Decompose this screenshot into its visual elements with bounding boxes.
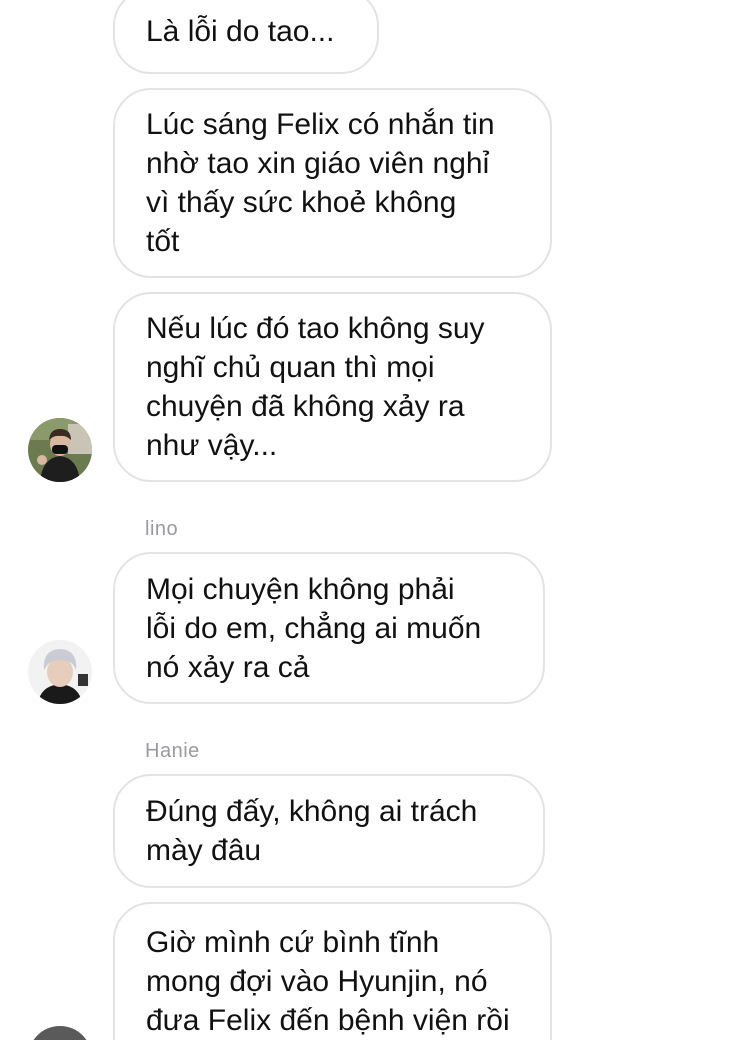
message-bubble[interactable]: Đúng đấy, không ai trách mày đâu: [113, 774, 545, 888]
profile-photo-silver-hair-icon: [28, 640, 92, 704]
message-text: Lúc sáng Felix có nhắn tin nhờ tao xin g…: [146, 108, 495, 258]
message-text: Là lỗi do tao...: [146, 14, 335, 48]
sender-avatar[interactable]: [28, 640, 92, 704]
message-bubble[interactable]: Là lỗi do tao...: [113, 0, 379, 74]
profile-photo-masked-person-icon: [28, 418, 92, 482]
chat-thread[interactable]: Là lỗi do tao... Lúc sáng Felix có nhắn …: [0, 0, 750, 1040]
message-bubble[interactable]: Mọi chuyện không phải lỗi do em, chẳng a…: [113, 552, 545, 704]
sender-name: Hanie: [145, 740, 200, 762]
message-bubble[interactable]: Nếu lúc đó tao không suy nghĩ chủ quan t…: [113, 292, 552, 482]
sender-avatar[interactable]: [28, 418, 92, 482]
message-text: Giờ mình cứ bình tĩnh mong đợi vào Hyunj…: [146, 926, 510, 1037]
profile-photo-icon: [28, 1026, 92, 1040]
message-bubble[interactable]: Giờ mình cứ bình tĩnh mong đợi vào Hyunj…: [113, 902, 552, 1040]
message-text: Nếu lúc đó tao không suy nghĩ chủ quan t…: [146, 312, 485, 462]
sender-avatar[interactable]: [28, 1026, 92, 1040]
message-text: Đúng đấy, không ai trách mày đâu: [146, 795, 478, 867]
sender-name: lino: [145, 518, 179, 540]
message-bubble[interactable]: Lúc sáng Felix có nhắn tin nhờ tao xin g…: [113, 88, 552, 278]
message-text: Mọi chuyện không phải lỗi do em, chẳng a…: [146, 572, 482, 684]
